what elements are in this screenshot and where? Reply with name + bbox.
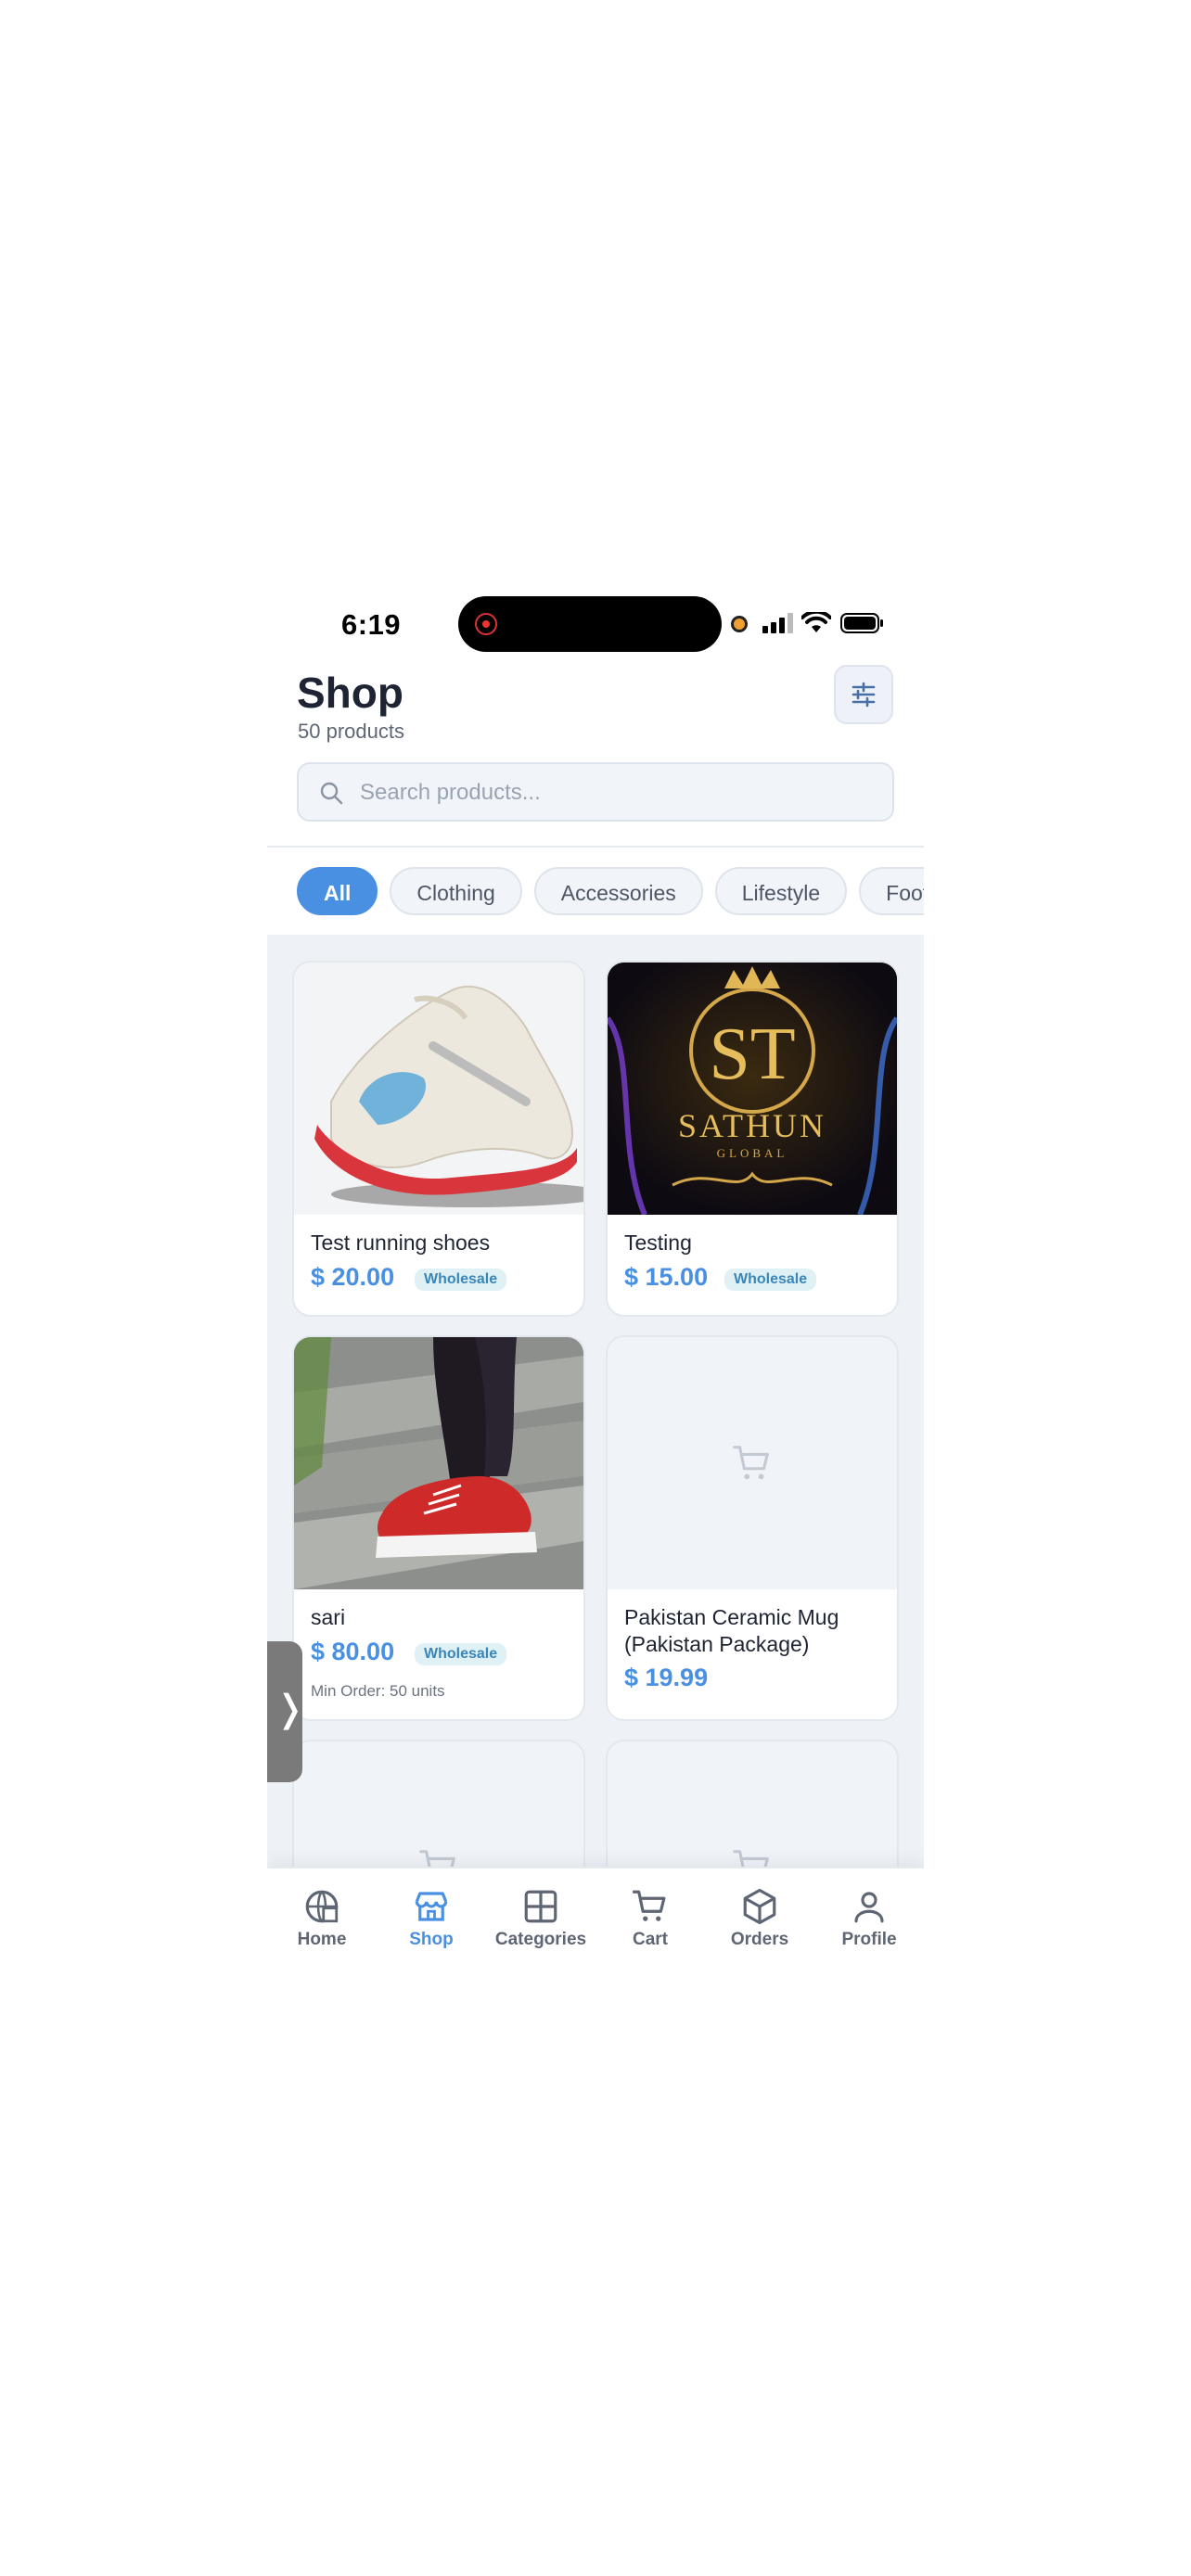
battery-icon [840, 613, 883, 633]
wholesale-badge: Wholesale [724, 1269, 817, 1291]
side-drawer-handle[interactable]: ❭ [267, 1641, 306, 1782]
product-grid: Test running shoes $ 20.00 Wholesale ST … [267, 935, 924, 1867]
running-shoe-image [314, 985, 583, 1207]
tab-home[interactable]: Home [267, 1887, 377, 1950]
category-chip-accessories[interactable]: Accessories [533, 867, 703, 915]
product-card[interactable] [606, 1740, 899, 1867]
tab-label: Profile [841, 1930, 897, 1949]
tab-label: Cart [632, 1930, 668, 1949]
cart-placeholder-icon [419, 1850, 455, 1867]
logo-wordmark: SATHUN [678, 1107, 826, 1144]
product-price: $ 19.99 [624, 1664, 709, 1691]
tab-label: Categories [494, 1930, 587, 1949]
tab-categories[interactable]: Categories [486, 1887, 596, 1950]
category-chip-clothing[interactable]: Clothing [390, 867, 522, 915]
status-time: 6:19 [341, 608, 402, 641]
search-bar[interactable]: Search products... [297, 762, 894, 822]
cart-placeholder-icon [733, 1850, 769, 1867]
product-price: $ 15.00 [624, 1263, 709, 1291]
min-order-text: Min Order: 50 units [311, 1682, 445, 1700]
tab-label: Shop [409, 1930, 454, 1949]
tab-shop[interactable]: Shop [377, 1887, 486, 1950]
sliders-icon [852, 682, 876, 708]
home-globe-icon [305, 1890, 339, 1923]
privacy-dot-icon [731, 616, 748, 632]
search-input[interactable]: Search products... [360, 780, 541, 806]
header-divider [267, 846, 924, 848]
dynamic-island [458, 596, 722, 652]
cart-placeholder-icon [733, 1446, 769, 1480]
bottom-tab-bar: Home Shop Categories Cart Orders Profile [267, 1867, 924, 1999]
product-name: sari [311, 1605, 346, 1629]
box-icon [743, 1888, 776, 1925]
user-icon [854, 1892, 884, 1923]
product-image-placeholder [608, 1337, 897, 1589]
category-filter-bar: AllClothingAccessoriesLifestyleFoot [297, 867, 924, 915]
red-sneakers-image [294, 1337, 583, 1589]
recording-indicator-icon [475, 613, 497, 635]
chevron-right-icon: ❭ [275, 1689, 306, 1729]
phone-screen: 6:19 Shop 50 products Search products...… [267, 584, 924, 1999]
search-icon [320, 782, 343, 805]
wifi-icon [801, 612, 831, 632]
product-image: ST SATHUN GLOBAL [608, 963, 897, 1215]
filter-button[interactable] [834, 665, 893, 724]
product-card[interactable]: Pakistan Ceramic Mug (Pakistan Package) … [606, 1335, 899, 1721]
page-title: Shop [297, 669, 403, 717]
tab-cart[interactable]: Cart [596, 1887, 705, 1950]
grid-icon [524, 1890, 557, 1923]
status-bar: 6:19 [267, 584, 924, 668]
tab-profile[interactable]: Profile [814, 1887, 924, 1950]
category-chip-footwear[interactable]: Foot [859, 867, 924, 915]
tab-label: Home [297, 1930, 347, 1949]
tab-label: Orders [730, 1930, 789, 1949]
wholesale-badge: Wholesale [415, 1643, 507, 1665]
product-price: $ 80.00 [311, 1638, 395, 1665]
wholesale-badge: Wholesale [415, 1269, 507, 1291]
product-name: Test running shoes [311, 1231, 491, 1255]
cart-icon [632, 1890, 666, 1921]
product-card[interactable] [292, 1740, 585, 1867]
logo-monogram: ST [709, 1014, 795, 1095]
logo-tagline: GLOBAL [717, 1146, 788, 1160]
product-name: Pakistan Ceramic Mug (Pakistan Package) [624, 1605, 839, 1656]
category-chip-lifestyle[interactable]: Lifestyle [714, 867, 848, 915]
product-card[interactable]: ST SATHUN GLOBAL Testing $ 15.00 Wholesa… [606, 961, 899, 1317]
category-chip-all[interactable]: All [297, 867, 378, 915]
product-count: 50 products [298, 720, 404, 743]
product-name: Testing [624, 1231, 692, 1255]
product-image [294, 963, 583, 1215]
product-price: $ 20.00 [311, 1263, 395, 1291]
product-card[interactable]: Test running shoes $ 20.00 Wholesale [292, 961, 585, 1317]
product-card[interactable]: sari $ 80.00 Wholesale Min Order: 50 uni… [292, 1335, 585, 1721]
signal-icon [762, 613, 793, 633]
sathun-global-logo: ST SATHUN GLOBAL [608, 963, 897, 1215]
tab-orders[interactable]: Orders [705, 1887, 814, 1950]
product-image [294, 1337, 583, 1589]
store-icon [415, 1892, 448, 1921]
